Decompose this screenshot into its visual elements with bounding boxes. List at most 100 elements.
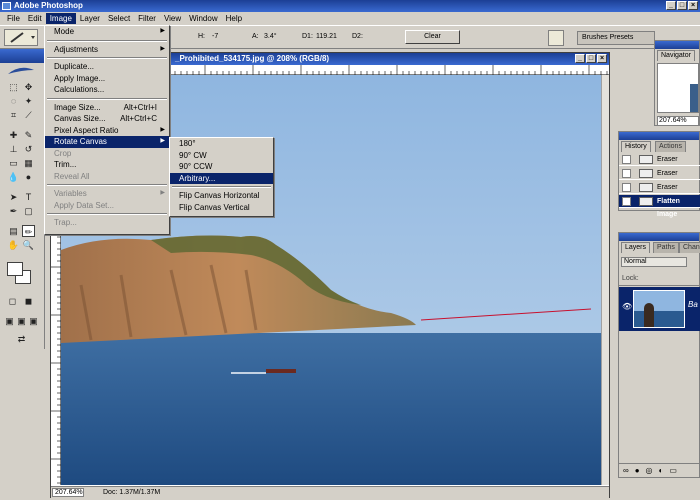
doc-minimize-button[interactable]: _ bbox=[575, 54, 585, 63]
menu-item-label: Reveal All bbox=[54, 171, 90, 181]
history-snapshot-checkbox[interactable] bbox=[622, 183, 631, 192]
zoom-field[interactable]: 207.64% bbox=[52, 488, 84, 497]
history-item[interactable]: Eraser bbox=[619, 153, 700, 166]
d1-label: D1: bbox=[302, 33, 313, 40]
eraser-tool-icon[interactable]: ▭ bbox=[7, 157, 20, 169]
palette-well-icon[interactable] bbox=[548, 30, 564, 46]
tab-paths[interactable]: Paths bbox=[653, 242, 679, 253]
menu-layer[interactable]: Layer bbox=[76, 13, 104, 24]
image-menu-item-mode[interactable]: Mode ▶ bbox=[45, 26, 169, 38]
rotate-menu-item-90-ccw[interactable]: 90° CCW bbox=[170, 161, 273, 173]
image-menu-item-adjustments[interactable]: Adjustments ▶ bbox=[45, 44, 169, 56]
notes-tool-icon[interactable]: ▤ bbox=[7, 225, 20, 237]
menu-item-label: Crop bbox=[54, 148, 72, 158]
history-item[interactable]: Eraser bbox=[619, 181, 700, 194]
jump-to-imageready-icon[interactable]: ⇄ bbox=[15, 333, 28, 345]
history-item[interactable]: Eraser bbox=[619, 167, 700, 180]
foreground-color-swatch[interactable] bbox=[7, 262, 23, 276]
new-group-icon[interactable]: ▭ bbox=[669, 466, 677, 475]
clear-button[interactable]: Clear bbox=[405, 30, 460, 44]
navigator-thumbnail bbox=[690, 84, 698, 112]
doc-maximize-button[interactable]: □ bbox=[586, 54, 596, 63]
rotate-menu-item-180[interactable]: 180° bbox=[170, 138, 273, 150]
submenu-arrow-icon: ▶ bbox=[160, 45, 165, 52]
shape-tool-icon[interactable]: ▢ bbox=[22, 205, 35, 217]
slice-tool-icon[interactable]: ⟋ bbox=[22, 109, 35, 121]
menu-window[interactable]: Window bbox=[185, 13, 221, 24]
ruler-tool-icon[interactable]: ✏ bbox=[22, 225, 35, 237]
menu-select[interactable]: Select bbox=[104, 13, 134, 24]
vertical-scrollbar[interactable] bbox=[601, 75, 609, 485]
tab-history[interactable]: History bbox=[621, 141, 651, 152]
tab-channels[interactable]: Chann bbox=[679, 242, 700, 253]
image-menu-item-canvas-size[interactable]: Canvas Size... Alt+Ctrl+C bbox=[45, 113, 169, 125]
rotate-menu-item-flip-canvas-vertical[interactable]: Flip Canvas Vertical bbox=[170, 202, 273, 214]
dodge-tool-icon[interactable]: ● bbox=[22, 171, 35, 183]
tab-navigator[interactable]: Navigator bbox=[657, 50, 695, 61]
divider bbox=[619, 285, 700, 286]
image-menu-item-apply-image[interactable]: Apply Image... bbox=[45, 73, 169, 85]
navigator-zoom-field[interactable]: 207.64% bbox=[657, 116, 699, 126]
layer-mask-icon[interactable]: ◎ bbox=[646, 466, 653, 475]
history-item-selected[interactable]: Flatten Image bbox=[619, 195, 700, 218]
quick-mask-icon[interactable]: ◼ bbox=[22, 295, 35, 307]
minimize-button[interactable]: _ bbox=[666, 1, 676, 10]
history-brush-icon[interactable]: ↺ bbox=[22, 143, 35, 155]
submenu-arrow-icon: ▶ bbox=[160, 126, 165, 133]
image-menu-item-apply-data-set: Apply Data Set... bbox=[45, 200, 169, 212]
eye-visibility-icon[interactable]: 👁 bbox=[622, 302, 632, 311]
rotate-menu-item-flip-canvas-horizontal[interactable]: Flip Canvas Horizontal bbox=[170, 190, 273, 202]
screen-mode-full-icon[interactable]: ▣ bbox=[27, 315, 40, 327]
maximize-button[interactable]: □ bbox=[677, 1, 687, 10]
menu-file[interactable]: File bbox=[3, 13, 24, 24]
brushes-presets-tabs[interactable]: Brushes Presets bbox=[578, 34, 633, 41]
clone-stamp-icon[interactable]: ⊥ bbox=[7, 143, 20, 155]
menu-help[interactable]: Help bbox=[222, 13, 246, 24]
layer-row-background[interactable]: 👁 Ba bbox=[619, 287, 700, 331]
tab-layers[interactable]: Layers bbox=[621, 242, 651, 253]
move-tool-icon[interactable]: ✥ bbox=[22, 81, 35, 93]
image-menu-item-calculations[interactable]: Calculations... bbox=[45, 84, 169, 96]
healing-brush-icon[interactable]: ✚ bbox=[7, 129, 20, 141]
menu-edit[interactable]: Edit bbox=[24, 13, 46, 24]
magic-wand-icon[interactable]: ✦ bbox=[22, 95, 35, 107]
blend-mode-select[interactable]: Normal bbox=[621, 257, 687, 267]
crop-tool-icon[interactable]: ⌗ bbox=[7, 109, 20, 121]
image-menu-item-trim[interactable]: Trim... bbox=[45, 159, 169, 171]
close-button[interactable]: × bbox=[688, 1, 698, 10]
rotate-menu-item-arbitrary[interactable]: Arbitrary... bbox=[170, 172, 273, 184]
menu-image[interactable]: Image bbox=[45, 13, 76, 24]
marquee-tool-icon[interactable]: ⬚ bbox=[7, 81, 20, 93]
link-layers-icon[interactable]: ∞ bbox=[623, 466, 629, 475]
layer-style-icon[interactable]: ● bbox=[635, 466, 640, 475]
blur-tool-icon[interactable]: 💧 bbox=[7, 171, 20, 183]
gradient-tool-icon[interactable]: ▦ bbox=[22, 157, 35, 169]
type-tool-icon[interactable]: T bbox=[22, 191, 35, 203]
brush-tool-icon[interactable]: ✎ bbox=[22, 129, 35, 141]
history-snapshot-checkbox[interactable] bbox=[622, 169, 631, 178]
image-menu-item-duplicate[interactable]: Duplicate... bbox=[45, 61, 169, 73]
path-selection-icon[interactable]: ➤ bbox=[7, 191, 20, 203]
history-snapshot-checkbox[interactable] bbox=[622, 155, 631, 164]
zoom-tool-icon[interactable]: 🔍 bbox=[22, 239, 35, 251]
image-menu-item-image-size[interactable]: Image Size... Alt+Ctrl+I bbox=[45, 102, 169, 114]
doc-close-button[interactable]: × bbox=[597, 54, 607, 63]
adjustment-layer-icon[interactable]: ◐ bbox=[659, 466, 664, 475]
standard-mode-icon[interactable]: ◻ bbox=[6, 295, 19, 307]
tool-preset-picker[interactable] bbox=[4, 29, 38, 46]
menu-item-label: Flip Canvas Vertical bbox=[179, 202, 250, 212]
menu-view[interactable]: View bbox=[160, 13, 185, 24]
image-menu-item-pixel-aspect-ratio[interactable]: Pixel Aspect Ratio ▶ bbox=[45, 125, 169, 137]
image-menu-item-rotate-canvas[interactable]: Rotate Canvas ▶ bbox=[45, 136, 169, 148]
pen-tool-icon[interactable]: ✒ bbox=[7, 205, 20, 217]
navigator-preview[interactable] bbox=[657, 63, 699, 113]
doc-size-info: Doc: 1.37M/1.37M bbox=[103, 489, 161, 496]
menu-filter[interactable]: Filter bbox=[134, 13, 160, 24]
h-value: -7 bbox=[212, 33, 219, 40]
photoshop-logo-icon bbox=[2, 2, 11, 10]
hand-tool-icon[interactable]: ✋ bbox=[7, 239, 20, 251]
tab-actions[interactable]: Actions bbox=[655, 141, 686, 152]
lasso-tool-icon[interactable]: ◌ bbox=[7, 95, 20, 107]
palette-well-tabs[interactable]: Brushes Presets bbox=[577, 31, 655, 45]
rotate-menu-item-90-cw[interactable]: 90° CW bbox=[170, 150, 273, 162]
